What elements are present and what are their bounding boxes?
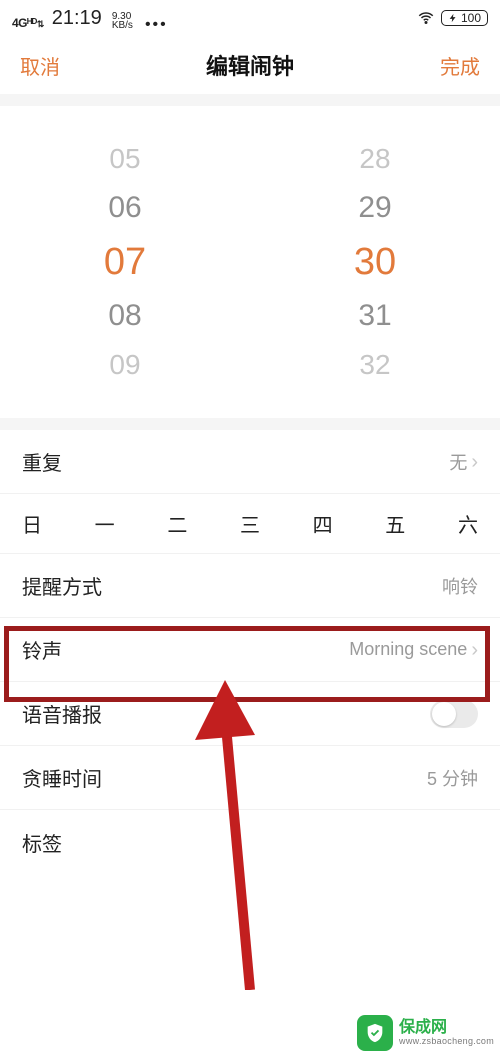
- voice-broadcast-row[interactable]: 语音播报: [0, 682, 500, 746]
- watermark: 保成网 www.zsbaocheng.com: [357, 1015, 494, 1051]
- picker-selected-minute: 30: [354, 243, 396, 281]
- weekday-sat[interactable]: 六: [458, 509, 478, 538]
- watermark-text: 保成网 www.zsbaocheng.com: [399, 1020, 494, 1046]
- cancel-button[interactable]: 取消: [20, 51, 60, 80]
- time-picker[interactable]: 05 06 07 08 09 28 29 30 31 32: [0, 106, 500, 418]
- weekday-sun[interactable]: 日: [22, 509, 42, 538]
- done-button[interactable]: 完成: [440, 51, 480, 80]
- page-title: 编辑闹钟: [206, 49, 294, 81]
- data-rate: 9.30 KB/s: [112, 12, 133, 30]
- picker-value: 32: [359, 351, 390, 379]
- weekday-fri[interactable]: 五: [385, 509, 405, 538]
- voice-toggle[interactable]: [430, 700, 478, 728]
- ringtone-value: Morning scene ›: [349, 639, 478, 660]
- clock-time: 21:19: [52, 7, 102, 30]
- repeat-label: 重复: [22, 447, 62, 476]
- weekday-wed[interactable]: 三: [240, 509, 260, 538]
- chevron-right-icon: ›: [471, 452, 478, 472]
- picker-value: 09: [109, 351, 140, 379]
- nav-bar: 取消 编辑闹钟 完成: [0, 36, 500, 94]
- picker-value: 28: [359, 145, 390, 173]
- weekday-mon[interactable]: 一: [95, 509, 115, 538]
- divider: [0, 418, 500, 430]
- more-dots-icon: •••: [145, 20, 168, 30]
- ringtone-row[interactable]: 铃声 Morning scene ›: [0, 618, 500, 682]
- picker-value: 05: [109, 145, 140, 173]
- watermark-shield-icon: [357, 1015, 393, 1051]
- picker-value: 31: [358, 301, 391, 331]
- minute-column[interactable]: 28 29 30 31 32: [250, 124, 500, 400]
- battery-indicator: 100: [441, 10, 488, 26]
- weekday-tue[interactable]: 二: [167, 509, 187, 538]
- picker-value: 08: [108, 301, 141, 331]
- tag-row[interactable]: 标签: [0, 810, 500, 874]
- ringtone-label: 铃声: [22, 635, 62, 664]
- picker-value: 06: [108, 193, 141, 223]
- chevron-right-icon: ›: [471, 640, 478, 660]
- weekday-thu[interactable]: 四: [313, 509, 333, 538]
- snooze-row[interactable]: 贪睡时间 5 分钟: [0, 746, 500, 810]
- voice-label: 语音播报: [22, 699, 102, 728]
- divider: [0, 94, 500, 106]
- remind-value: 响铃: [442, 573, 478, 599]
- hour-column[interactable]: 05 06 07 08 09: [0, 124, 250, 400]
- snooze-label: 贪睡时间: [22, 763, 102, 792]
- remind-label: 提醒方式: [22, 571, 102, 600]
- picker-value: 29: [358, 193, 391, 223]
- tag-label: 标签: [22, 828, 62, 857]
- status-bar: 4Gᴴᴰ⇅ 21:19 9.30 KB/s ••• 100: [0, 0, 500, 36]
- wifi-icon: [417, 9, 435, 27]
- remind-method-row[interactable]: 提醒方式 响铃: [0, 554, 500, 618]
- status-right: 100: [417, 9, 488, 27]
- weekday-row: 日 一 二 三 四 五 六: [0, 494, 500, 554]
- picker-selected-hour: 07: [104, 243, 146, 281]
- snooze-value: 5 分钟: [427, 765, 478, 791]
- status-left: 4Gᴴᴰ⇅ 21:19 9.30 KB/s •••: [12, 7, 168, 30]
- repeat-row[interactable]: 重复 无 ›: [0, 430, 500, 494]
- repeat-value: 无 ›: [449, 449, 478, 475]
- screen: 4Gᴴᴰ⇅ 21:19 9.30 KB/s ••• 100 取消 编辑闹钟 完成: [0, 0, 500, 1057]
- network-badge: 4Gᴴᴰ⇅: [12, 16, 44, 30]
